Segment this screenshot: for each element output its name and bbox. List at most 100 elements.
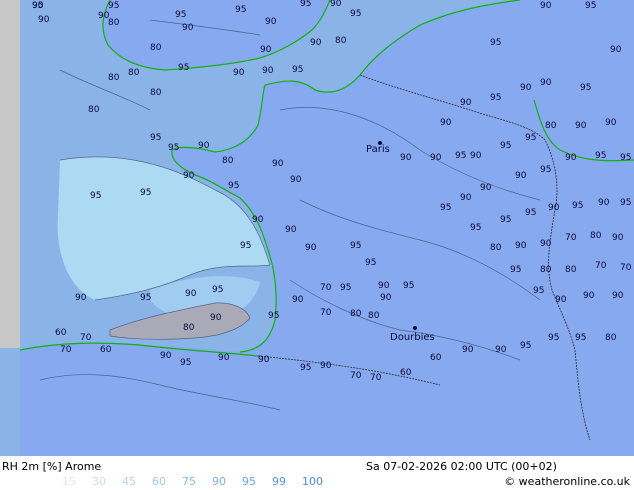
contour-label: 95 [525,133,536,143]
contour-label: 90 [480,183,492,193]
contour-label: 95 [150,133,161,143]
city-name: Paris [366,144,390,155]
contour-label: 90 [198,141,210,151]
contour-label: 80 [590,231,602,241]
contour-label: 90 [470,151,482,161]
contour-label: 90 [583,291,595,301]
contour-label: 95 [500,141,511,151]
contour-label: 90 [400,153,412,163]
contour-label: 95 [180,358,191,368]
contour-label: 90 [515,241,527,251]
contour-label: 60 [100,345,112,355]
contour-label: 90 [182,23,194,33]
contour-label: 95 [108,1,119,11]
contour-label: 90 [462,345,474,355]
contour-label: 90 [252,215,264,225]
contour-label: 95 [178,63,189,73]
legend-scale: 15 30 45 60 75 90 95 99 100 [62,473,332,490]
contour-label: 95 [140,293,151,303]
contour-label: 80 [565,265,577,275]
contour-label: 95 [470,223,481,233]
contour-label: 90 [605,118,617,128]
contour-label: 95 [580,83,591,93]
contour-label: 80 [540,265,552,275]
credit-link[interactable]: © weatheronline.co.uk [504,473,630,490]
legend-value: 100 [302,475,323,488]
legend-value: 95 [242,475,256,488]
contour-label: 90 [218,353,230,363]
contour-label: 95 [340,283,351,293]
contour-label: 90 [598,198,610,208]
contour-label: 90 [380,293,392,303]
contour-label: 95 [235,5,246,15]
contour-label: 90 [160,351,172,361]
contour-label: 90 [612,233,624,243]
contour-label: 80 [368,311,380,321]
contour-label: 80 [605,333,617,343]
contour-label: 95 [175,10,186,20]
contour-label: 80 [88,105,100,115]
contour-label: 90 [555,295,567,305]
contour-label: 95 [490,38,501,48]
contour-label: 95 [575,333,586,343]
contour-label: 90 [75,293,87,303]
legend-value: 90 [212,475,226,488]
contour-label: 95 [403,281,414,291]
contour-label: 80 [108,73,120,83]
land-iberia [20,343,290,456]
contour-label: 95 [548,333,559,343]
contour-label: 90 [210,313,222,323]
contour-label: 90 [320,361,332,371]
contour-label: 80 [128,68,140,78]
contour-label: 90 [565,153,577,163]
contour-label: 90 [185,289,197,299]
contour-label: 90 [520,83,532,93]
legend-value: 30 [92,475,106,488]
contour-label: 90 [430,153,442,163]
contour-label: 80 [183,323,195,333]
contour-label: 95 [490,93,501,103]
contour-label: 95 [620,198,631,208]
contour-label: 90 [310,38,322,48]
contour-label: 70 [565,233,577,243]
contour-label: 95 [90,191,101,201]
contour-label: 90 [612,291,624,301]
contour-label: 95 [620,153,631,163]
contour-label: 90 [272,159,284,169]
model-name: Arome [65,460,102,473]
contour-label: 90 [233,68,245,78]
contour-label: 60 [55,328,67,338]
contour-label: 95 [500,215,511,225]
contour-label: 90 [285,225,297,235]
contour-label: 90 [265,17,277,27]
legend-value: 99 [272,475,286,488]
contour-label: 80 [222,156,234,166]
off-domain-strip [0,0,20,348]
contour-label: 90 [262,66,274,76]
contour-label: 95 [300,0,311,9]
contour-label: 95 [32,1,43,11]
contour-label: 80 [150,88,162,98]
legend-value: 60 [152,475,166,488]
city-paris: Paris [366,141,390,155]
contour-label: 90 [540,1,552,11]
contour-label: 95 [440,203,451,213]
contour-label: 70 [320,283,332,293]
contour-label: 90 [460,193,472,203]
contour-label: 80 [150,43,162,53]
legend-value: 45 [122,475,136,488]
contour-label: 90 [290,175,302,185]
contour-label: 90 [610,45,622,55]
contour-label: 95 [350,241,361,251]
contour-label: 95 [168,143,179,153]
contour-label: 80 [545,121,557,131]
credit-text: © weatheronline.co.uk [504,475,630,488]
contour-label: 90 [460,98,472,108]
contour-label: 70 [350,371,362,381]
contour-label: 95 [300,363,311,373]
contour-label: 90 [378,281,390,291]
contour-label: 95 [365,258,376,268]
contour-label: 70 [620,263,632,273]
contour-label: 70 [320,308,332,318]
contour-label: 95 [510,265,521,275]
